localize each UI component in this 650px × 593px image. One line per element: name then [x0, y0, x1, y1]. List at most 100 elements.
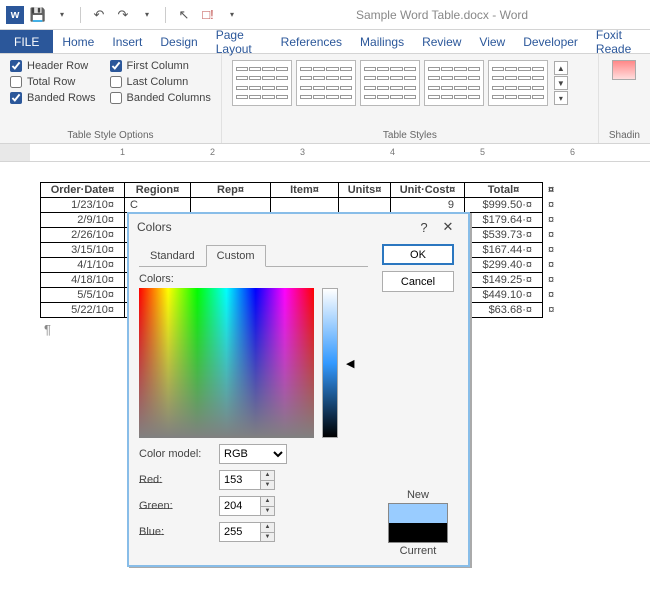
cell-total[interactable]: $449.10·¤ [465, 288, 543, 303]
tab-view[interactable]: View [470, 30, 514, 53]
tab-standard[interactable]: Standard [139, 245, 206, 267]
cancel-button[interactable]: Cancel [382, 271, 454, 292]
col-region[interactable]: Region¤ [125, 183, 191, 198]
qat-separator [165, 7, 166, 23]
spin-up-icon[interactable]: ▲ [261, 471, 274, 481]
cell-date[interactable]: 4/18/10¤ [41, 273, 125, 288]
cell-total[interactable]: $63.68·¤ [465, 303, 543, 318]
table-style-thumb[interactable] [232, 60, 292, 106]
cell-end: ¤ [543, 303, 560, 318]
cell-end: ¤ [543, 198, 560, 213]
tab-page-layout[interactable]: Page Layout [207, 30, 272, 53]
tab-foxit[interactable]: Foxit Reade [587, 30, 650, 53]
check-banded-columns[interactable]: Banded Columns [110, 92, 211, 104]
spin-up-icon[interactable]: ▲ [261, 497, 274, 507]
gallery-more-icon[interactable]: ▾ [554, 91, 568, 105]
save-icon[interactable]: 💾 [30, 7, 46, 23]
check-last-column[interactable]: Last Column [110, 76, 211, 88]
cell-total[interactable]: $539.73·¤ [465, 228, 543, 243]
luminance-slider[interactable] [322, 288, 338, 438]
tab-review[interactable]: Review [413, 30, 470, 53]
cell-date[interactable]: 1/23/10¤ [41, 198, 125, 213]
cell-date[interactable]: 2/26/10¤ [41, 228, 125, 243]
dialog-titlebar[interactable]: Colors ? ✕ [129, 214, 468, 240]
cell-date[interactable]: 5/22/10¤ [41, 303, 125, 318]
misc-icon[interactable]: □! [200, 7, 216, 23]
table-header-row[interactable]: Order·Date¤ Region¤ Rep¤ Item¤ Units¤ Un… [41, 183, 560, 198]
cell-region[interactable]: C [125, 198, 191, 213]
qat-dropdown-icon[interactable]: ▾ [224, 7, 240, 23]
current-color-swatch [389, 523, 447, 542]
tab-references[interactable]: References [272, 30, 351, 53]
cell-rep[interactable] [191, 198, 271, 213]
green-label: Green: [139, 500, 213, 512]
cell-total[interactable]: $149.25·¤ [465, 273, 543, 288]
cell-item[interactable] [271, 198, 339, 213]
col-unit-cost[interactable]: Unit·Cost¤ [391, 183, 465, 198]
cell-total[interactable]: $999.50·¤ [465, 198, 543, 213]
table-style-thumb[interactable] [360, 60, 420, 106]
col-units[interactable]: Units¤ [339, 183, 391, 198]
col-rep[interactable]: Rep¤ [191, 183, 271, 198]
undo-icon[interactable]: ↶ [91, 7, 107, 23]
check-header-row[interactable]: Header Row [10, 60, 96, 72]
green-input[interactable] [220, 497, 260, 515]
gallery-up-icon[interactable]: ▲ [554, 61, 568, 75]
new-label: New [407, 489, 429, 501]
table-style-thumb[interactable] [488, 60, 548, 106]
cursor-icon[interactable]: ↖ [176, 7, 192, 23]
tab-developer[interactable]: Developer [514, 30, 587, 53]
ok-button[interactable]: OK [382, 244, 454, 265]
ruler[interactable]: 1 2 3 4 5 6 [0, 144, 650, 162]
tab-custom[interactable]: Custom [206, 245, 266, 267]
tab-file[interactable]: FILE [0, 30, 53, 53]
shading-icon[interactable] [612, 60, 636, 80]
colors-label: Colors: [139, 273, 368, 285]
spin-down-icon[interactable]: ▼ [261, 507, 274, 516]
group-label: Table Styles [232, 128, 588, 141]
color-model-select[interactable]: RGB [219, 444, 287, 464]
check-first-column[interactable]: First Column [110, 60, 211, 72]
cell-date[interactable]: 4/1/10¤ [41, 258, 125, 273]
check-banded-rows[interactable]: Banded Rows [10, 92, 96, 104]
red-input[interactable] [220, 471, 260, 489]
spin-up-icon[interactable]: ▲ [261, 523, 274, 533]
tab-insert[interactable]: Insert [103, 30, 151, 53]
red-spinner[interactable]: ▲▼ [219, 470, 275, 490]
luminance-arrow-icon[interactable]: ◀ [346, 357, 354, 370]
cell-total[interactable]: $299.40·¤ [465, 258, 543, 273]
quick-access-toolbar: 💾 ▾ ↶ ↷ ▾ ↖ □! ▾ [30, 7, 240, 23]
table-style-thumb[interactable] [296, 60, 356, 106]
cell-date[interactable]: 5/5/10¤ [41, 288, 125, 303]
close-icon[interactable]: ✕ [436, 219, 460, 235]
col-total[interactable]: Total¤ [465, 183, 543, 198]
green-spinner[interactable]: ▲▼ [219, 496, 275, 516]
table-style-thumb[interactable] [424, 60, 484, 106]
tab-design[interactable]: Design [151, 30, 206, 53]
cell-date[interactable]: 2/9/10¤ [41, 213, 125, 228]
tab-mailings[interactable]: Mailings [351, 30, 413, 53]
dialog-help-button[interactable]: ? [412, 220, 436, 235]
spin-down-icon[interactable]: ▼ [261, 481, 274, 490]
tab-home[interactable]: Home [53, 30, 103, 53]
cell-units[interactable] [339, 198, 391, 213]
cell-total[interactable]: $167.44·¤ [465, 243, 543, 258]
cell-date[interactable]: 3/15/10¤ [41, 243, 125, 258]
cell-total[interactable]: $179.64·¤ [465, 213, 543, 228]
col-item[interactable]: Item¤ [271, 183, 339, 198]
gallery-down-icon[interactable]: ▼ [554, 76, 568, 90]
qat-dropdown-icon[interactable]: ▾ [139, 7, 155, 23]
qat-dropdown-icon[interactable]: ▾ [54, 7, 70, 23]
blue-input[interactable] [220, 523, 260, 541]
blue-spinner[interactable]: ▲▼ [219, 522, 275, 542]
word-icon: w [6, 6, 24, 24]
check-total-row[interactable]: Total Row [10, 76, 96, 88]
color-spectrum[interactable] [139, 288, 314, 438]
spin-down-icon[interactable]: ▼ [261, 533, 274, 542]
table-row[interactable]: 1/23/10¤C 9$999.50·¤¤ [41, 198, 560, 213]
cell-unit-cost[interactable]: 9 [391, 198, 465, 213]
redo-icon[interactable]: ↷ [115, 7, 131, 23]
group-shading: Shadin [599, 54, 650, 143]
col-order-date[interactable]: Order·Date¤ [41, 183, 125, 198]
cell-end: ¤ [543, 258, 560, 273]
